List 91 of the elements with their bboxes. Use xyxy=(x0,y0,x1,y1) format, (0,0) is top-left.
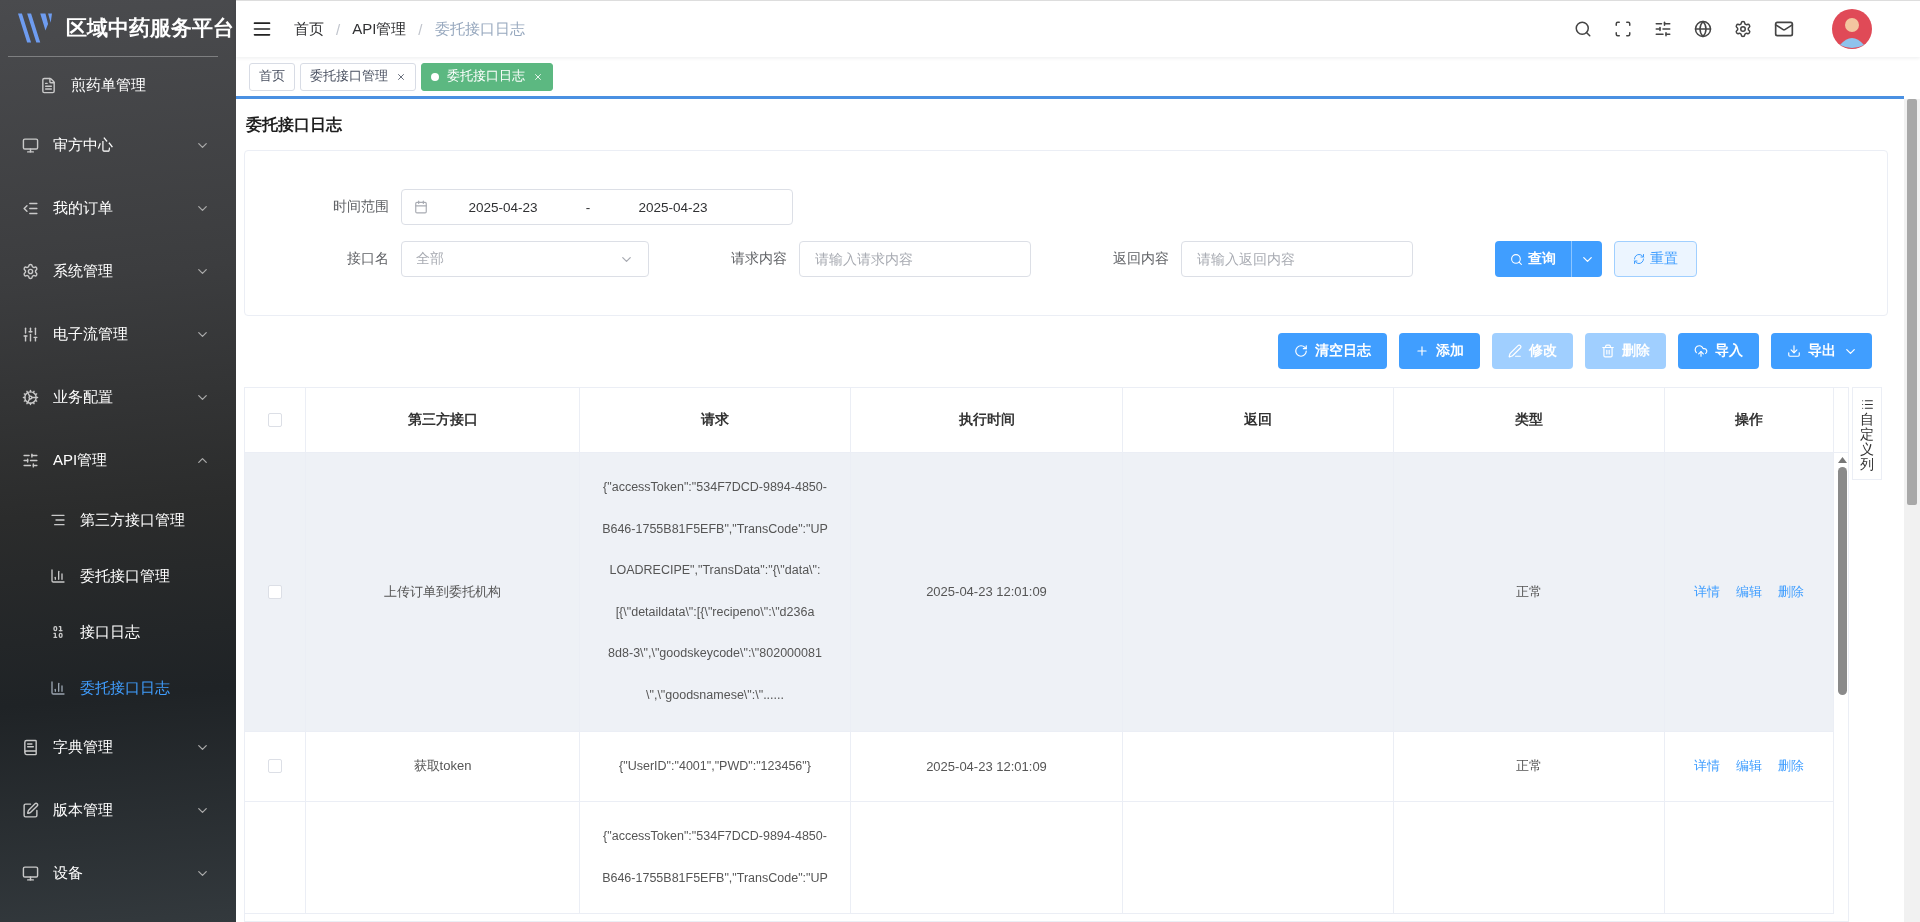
page-scrollbar[interactable] xyxy=(1904,99,1920,922)
app-title: 区域中药服务平台 xyxy=(66,15,234,41)
calendar-icon xyxy=(414,200,428,214)
refresh-icon xyxy=(1294,344,1308,358)
trash-icon xyxy=(1601,344,1615,358)
menu-icon[interactable] xyxy=(252,19,272,39)
gear-icon xyxy=(22,263,39,280)
submenu-item[interactable]: 第三方接口管理 xyxy=(0,492,236,548)
field-label: 返回内容 xyxy=(1112,250,1170,268)
checkbox[interactable] xyxy=(268,413,282,427)
menu-item[interactable]: 系统管理 xyxy=(0,240,236,303)
list-icon xyxy=(22,200,39,217)
monitor-icon xyxy=(22,865,39,882)
column-settings-button[interactable]: 自定义列 xyxy=(1852,387,1882,480)
globe-icon[interactable] xyxy=(1694,20,1712,38)
book-icon xyxy=(22,739,39,756)
column-header: 第三方接口 xyxy=(407,411,478,429)
menu-item[interactable]: 业务配置 xyxy=(0,366,236,429)
tab-label: 委托接口管理 xyxy=(310,68,388,85)
field-label: 接口名 xyxy=(346,250,390,268)
table-cell: 获取token xyxy=(413,757,472,776)
checkbox[interactable] xyxy=(268,759,282,774)
tab-label: 首页 xyxy=(259,68,285,85)
breadcrumb-item[interactable]: 首页 xyxy=(294,19,324,39)
menu-item[interactable]: API管理 xyxy=(0,429,236,492)
input-field[interactable]: 请输入返回内容 xyxy=(1181,241,1413,277)
menu-item[interactable]: 煎药单管理 xyxy=(0,57,236,114)
request-text: {"UserID":"4001","PWD":"123456"} xyxy=(619,757,811,775)
logo-icon xyxy=(18,13,52,43)
field-label: 请求内容 xyxy=(730,250,788,268)
cloud-upload-icon xyxy=(1694,344,1708,358)
menu-item[interactable]: 字典管理 xyxy=(0,716,236,779)
menu-item[interactable]: 版本管理 xyxy=(0,779,236,842)
menu-item[interactable]: 设备 xyxy=(0,842,236,905)
avatar[interactable] xyxy=(1832,9,1872,49)
document-icon xyxy=(40,77,57,94)
mail-icon[interactable] xyxy=(1774,19,1794,39)
refresh-icon xyxy=(1633,253,1645,265)
list-icon xyxy=(50,512,66,528)
menu-item[interactable]: 我的订单 xyxy=(0,177,236,240)
table-cell: 2025-04-23 12:01:09 xyxy=(926,584,1047,600)
submenu-item[interactable]: 委托接口管理 xyxy=(0,548,236,604)
table-cell: 2025-04-23 12:01:09 xyxy=(926,758,1047,774)
submenu-item[interactable]: 接口日志 xyxy=(0,604,236,660)
breadcrumb-item[interactable]: API管理 xyxy=(352,19,407,39)
sliders-icon xyxy=(22,326,39,343)
active-dot xyxy=(431,72,439,81)
page-tab[interactable]: 首页 xyxy=(249,62,295,91)
close-icon[interactable] xyxy=(533,71,543,82)
table-cell: 上传订单到委托机构 xyxy=(384,582,501,601)
sliders-icon xyxy=(22,452,39,469)
column-header: 执行时间 xyxy=(958,411,1015,429)
bar-chart-icon xyxy=(50,568,66,584)
column-header: 类型 xyxy=(1515,411,1543,429)
search-icon[interactable] xyxy=(1574,20,1592,38)
table-cell: 正常 xyxy=(1516,582,1542,601)
field-label: 时间范围 xyxy=(332,198,390,216)
scroll-up-icon[interactable] xyxy=(1837,457,1847,463)
scrollbar-thumb[interactable] xyxy=(1907,99,1917,505)
fullscreen-icon[interactable] xyxy=(1614,20,1632,38)
scrollbar-thumb[interactable] xyxy=(1837,467,1847,695)
breadcrumb-item: 委托接口日志 xyxy=(434,19,525,39)
tab-label: 委托接口日志 xyxy=(447,68,525,85)
submenu-item[interactable]: 委托接口日志 xyxy=(0,660,236,716)
column-header: 操作 xyxy=(1735,411,1763,429)
date-range-field[interactable]: 2025-04-23 - 2025-04-23 xyxy=(401,189,793,225)
pen-icon xyxy=(1508,344,1522,358)
column-header: 返回 xyxy=(1244,411,1272,429)
breadcrumb-separator: / xyxy=(418,20,423,38)
page-tab[interactable]: 委托接口管理 xyxy=(300,62,416,91)
breadcrumb-separator: / xyxy=(336,20,341,38)
request-text: {"accessToken":"534F7DCD-9894-4850- B646-1755B81F5EFB","TransCode":"UP LOADRECIPE","TransData":"{\"data\": [{\"detaildata\":[{\"recipeno\":\"d236a 8d8-3\",\"goodskeycode\":\"802000081 \",\"goodsnamese\":\"...... xyxy=(602,479,828,704)
download-icon xyxy=(1787,344,1801,358)
settings-icon[interactable] xyxy=(1734,20,1752,38)
menu-item[interactable]: 审方中心 xyxy=(0,114,236,177)
gear-icon xyxy=(22,389,39,406)
bar-chart-icon xyxy=(50,680,66,696)
menu-item[interactable]: 电子流管理 xyxy=(0,303,236,366)
column-header: 请求 xyxy=(701,411,729,429)
checkbox[interactable] xyxy=(268,584,282,599)
table-cell: 正常 xyxy=(1516,757,1542,776)
search-icon xyxy=(1510,252,1523,266)
input-field[interactable]: 请输入请求内容 xyxy=(799,241,1031,277)
list-icon xyxy=(1860,398,1874,411)
plus-icon xyxy=(1415,344,1429,358)
monitor-icon xyxy=(22,137,39,154)
close-icon[interactable] xyxy=(396,71,406,82)
request-text: {"accessToken":"534F7DCD-9894-4850- B646-1755B81F5EFB","TransCode":"UP xyxy=(602,828,828,887)
sliders-icon[interactable] xyxy=(1654,20,1672,38)
edit-icon xyxy=(22,802,39,819)
page-title: 委托接口日志 xyxy=(245,115,343,135)
